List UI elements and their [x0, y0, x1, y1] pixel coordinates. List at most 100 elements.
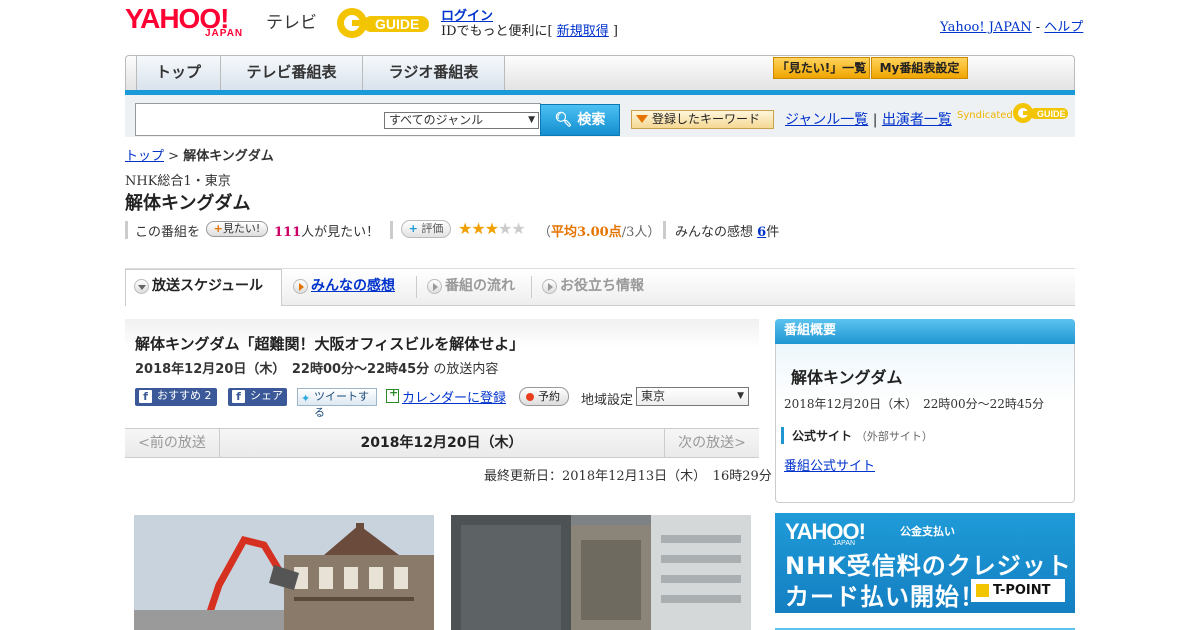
- tweet-button[interactable]: ✦ ツイートする: [297, 388, 377, 419]
- this-program-label: この番組を: [135, 225, 201, 240]
- region-label: 地域設定: [581, 393, 634, 408]
- svg-text:GUIDE: GUIDE: [375, 16, 419, 32]
- rating-summary: （平均3.00点/3人）: [538, 221, 660, 240]
- page-title: 解体キングダム: [125, 193, 251, 214]
- facebook-icon: f: [232, 390, 245, 403]
- official-site-link[interactable]: 番組公式サイト: [784, 455, 875, 474]
- play-arrow-icon: [542, 279, 557, 294]
- chevron-down-icon: ▼: [737, 391, 744, 401]
- stats-divider: [663, 221, 666, 239]
- registered-keywords-button[interactable]: 登録したキーワード: [631, 110, 774, 129]
- next-broadcast-button[interactable]: 次の放送>: [664, 429, 759, 457]
- mitai-count-text: 111人が見たい！: [274, 221, 379, 240]
- overview-title: 解体キングダム: [791, 368, 903, 387]
- gguide-small-logo: GUIDE: [1013, 103, 1068, 123]
- facebook-share-button[interactable]: f シェア: [228, 388, 287, 406]
- genre-select-value: すべてのジャンル: [389, 113, 484, 127]
- episode-title: 解体キングダム「超難関！大阪オフィスビルを解体せよ」: [135, 335, 525, 353]
- nav-tab-radio-schedule[interactable]: ラジオ番組表: [363, 56, 505, 91]
- overview-datetime: 2018年12月20日（木） 22時00分～22時45分: [784, 397, 1045, 411]
- region-select-value: 東京: [641, 389, 666, 403]
- search-icon: 🔍︎: [554, 112, 573, 128]
- rating-voters: /3人）: [621, 225, 661, 240]
- reviews-label: みんなの感想: [675, 225, 754, 240]
- tab-label: 番組の流れ: [445, 278, 515, 294]
- search-button[interactable]: 🔍︎ 検索: [540, 104, 620, 136]
- gguide-logo[interactable]: GUIDE: [335, 6, 433, 40]
- facebook-recommend-button[interactable]: f おすすめ 2: [135, 388, 217, 406]
- nav-tab-top[interactable]: トップ: [136, 56, 221, 91]
- nhk-payment-banner[interactable]: YAHOO! JAPAN 公金支払い NHK受信料のクレジット カード払い開始！…: [775, 513, 1075, 613]
- star-icons-filled: ★★★: [458, 219, 499, 238]
- tab-label: みんなの感想: [311, 278, 395, 294]
- calendar-register-link[interactable]: カレンダーに登録: [402, 391, 506, 406]
- genre-list-link[interactable]: ジャンル一覧: [785, 112, 868, 128]
- rating-average: 平均3.00点: [551, 225, 622, 240]
- yahoo-japan-link[interactable]: Yahoo! JAPAN: [940, 20, 1032, 35]
- official-site-heading: 公式サイト: [792, 429, 853, 443]
- twitter-bird-icon: ✦: [301, 392, 311, 405]
- prev-broadcast-button[interactable]: <前の放送: [125, 429, 220, 457]
- breadcrumb: トップ > 解体キングダム: [125, 145, 274, 164]
- genre-select[interactable]: すべてのジャンル ▼: [384, 112, 539, 129]
- search-button-label: 検索: [577, 112, 606, 128]
- play-arrow-icon: [293, 279, 308, 294]
- official-site-label: 公式サイト （外部サイト）: [781, 427, 933, 444]
- yahoo-japan-logo-sub: JAPAN: [205, 28, 244, 39]
- login-suffix: ]: [608, 24, 618, 39]
- header-links: Yahoo! JAPAN - ヘルプ: [940, 16, 1083, 35]
- chevron-down-icon: [134, 279, 149, 294]
- mitai-list-button[interactable]: 「見たい!」一覧: [773, 57, 870, 79]
- tab-schedule[interactable]: 放送スケジュール: [125, 269, 282, 306]
- broadcast-datetime: 2018年12月20日（木） 22時00分～22時45分 の放送内容: [135, 358, 498, 377]
- evaluate-button-label: 評価: [421, 222, 444, 235]
- stats-divider: [390, 221, 393, 239]
- region-select[interactable]: 東京 ▼: [636, 387, 749, 406]
- demolition-machine-image: [134, 515, 434, 630]
- banner-payment-label: 公金支払い: [900, 525, 955, 538]
- calendar-add-icon: [386, 386, 399, 403]
- episode-photo-demolition-machine[interactable]: [134, 515, 434, 630]
- reviews-count-link[interactable]: 6: [757, 225, 766, 240]
- reserve-button[interactable]: 予約: [519, 387, 569, 406]
- program-tabs: 放送スケジュール みんなの感想 番組の流れ お役立ち情報: [125, 269, 1075, 306]
- search-links: ジャンル一覧 | 出演者一覧: [785, 109, 952, 129]
- nav-tab-tv-schedule[interactable]: テレビ番組表: [221, 56, 363, 91]
- program-overview-heading: 番組概要: [775, 319, 1075, 344]
- office-building-image: [451, 515, 751, 630]
- broadcast-date: 2018年12月20日（木） 22時00分～22時45分: [135, 362, 430, 377]
- signup-link[interactable]: 新規取得: [557, 24, 609, 39]
- performer-list-link[interactable]: 出演者一覧: [882, 112, 952, 128]
- facebook-icon: f: [139, 390, 152, 403]
- plus-icon: +: [408, 222, 418, 235]
- last-updated: 最終更新日：2018年12月13日（木） 16時29分: [484, 469, 772, 484]
- tab-useful-info[interactable]: お役立ち情報: [534, 270, 664, 304]
- banner-line1: NHK受信料のクレジット: [785, 552, 1072, 580]
- reviews-summary: みんなの感想 6件: [675, 221, 779, 240]
- broadcast-date-suffix: の放送内容: [433, 362, 499, 377]
- play-arrow-icon: [427, 279, 442, 294]
- calendar-register[interactable]: カレンダーに登録: [386, 386, 506, 406]
- facebook-recommend-label: おすすめ 2: [157, 389, 212, 402]
- help-link[interactable]: ヘルプ: [1044, 20, 1083, 35]
- login-prefix: IDでもっと便利に[: [441, 24, 557, 39]
- my-schedule-button[interactable]: My番組表設定: [871, 57, 968, 79]
- tpoint-badge: T-POINT: [971, 579, 1065, 602]
- link-separator: |: [872, 112, 878, 128]
- mitai-button[interactable]: +見たい!: [206, 221, 268, 237]
- star-icons-empty: ★★: [498, 219, 526, 238]
- tv-logo-text[interactable]: テレビ: [266, 8, 317, 33]
- star-rating: ★★★★★: [458, 219, 526, 238]
- login-prompt: IDでもっと便利に[ 新規取得 ]: [441, 20, 618, 39]
- evaluate-button[interactable]: + 評価: [401, 220, 451, 238]
- episode-photo-office-building[interactable]: [451, 515, 751, 630]
- current-broadcast-date: 2018年12月20日（木）: [360, 435, 523, 451]
- tab-separator: [416, 276, 417, 298]
- tab-program-flow[interactable]: 番組の流れ: [419, 270, 529, 304]
- tab-reviews[interactable]: みんなの感想: [285, 270, 415, 304]
- breadcrumb-top-link[interactable]: トップ: [125, 149, 164, 164]
- breadcrumb-sep: >: [164, 149, 184, 164]
- mitai-suffix: 人が見たい！: [301, 225, 380, 240]
- channel-name: NHK総合1・東京: [125, 174, 231, 189]
- chevron-down-icon: ▼: [528, 115, 535, 125]
